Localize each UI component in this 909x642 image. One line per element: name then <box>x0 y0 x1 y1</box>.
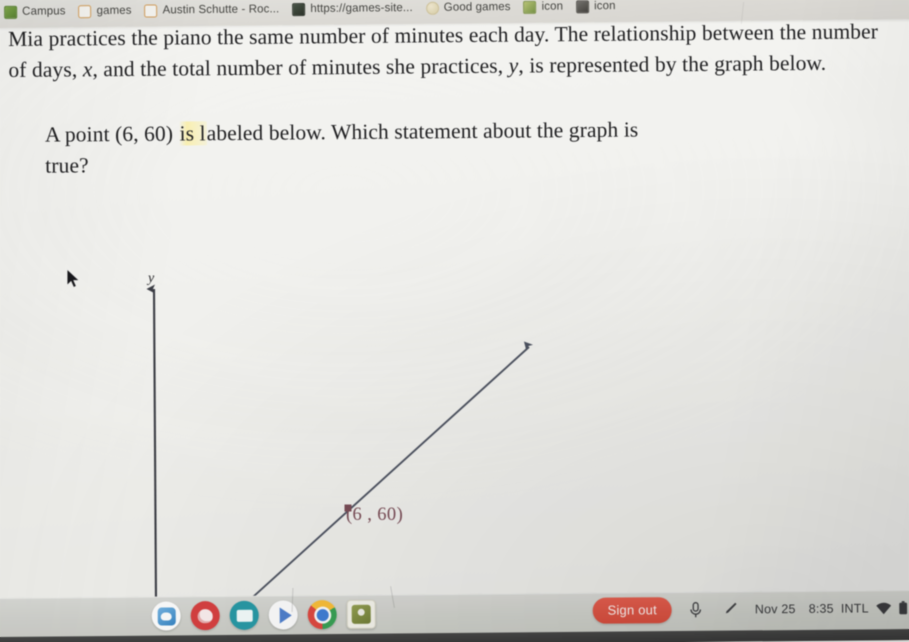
question-paragraph-1: Mia practices the piano the same number … <box>8 16 889 86</box>
slides-app-icon[interactable] <box>229 600 259 630</box>
bookmark-label: games <box>96 4 132 18</box>
bookmark-label: icon <box>594 0 616 13</box>
y-axis-letter: y <box>148 271 155 286</box>
photo-icon <box>576 0 590 13</box>
bookmark-games-site[interactable]: https://games-site... <box>292 2 413 16</box>
bookmark-label: icon <box>541 0 564 13</box>
graph-svg <box>146 284 534 602</box>
folder-icon <box>144 3 158 18</box>
chromebook-screen-photo: Mia practices the piano the same number … <box>0 0 909 642</box>
variable-y: y <box>508 53 519 78</box>
bookmark-label: https://games-site... <box>310 2 413 15</box>
question-paragraph-2: A point (6, 60) is labeled below. Which … <box>45 114 686 182</box>
stylus-button[interactable] <box>720 597 742 621</box>
microphone-button[interactable] <box>685 598 707 622</box>
question-text-1b: , and the total number of minutes she pr… <box>92 53 509 82</box>
chromeos-shelf: Sign out Nov 25 8:35 INTL <box>0 589 909 642</box>
shelf-status-tray: Sign out Nov 25 8:35 INTL <box>592 595 908 624</box>
play-store-app-icon[interactable] <box>268 600 298 630</box>
stylus-icon <box>725 602 737 614</box>
circle-icon <box>425 1 439 15</box>
shelf-time: 8:35 <box>808 601 834 616</box>
folder-icon <box>78 4 92 18</box>
sign-out-button[interactable]: Sign out <box>592 597 672 624</box>
proportional-line <box>245 341 534 602</box>
battery-icon <box>899 601 908 615</box>
bookmark-good-games[interactable]: Good games <box>425 1 511 15</box>
green-icon <box>523 0 537 14</box>
question-text-2a: A point (6, 60) <box>44 121 179 147</box>
variable-x: x <box>82 57 93 82</box>
shelf-bottom-bezel <box>0 628 909 642</box>
microphone-icon <box>690 601 702 617</box>
bookmark-icon-2[interactable]: icon <box>576 0 616 13</box>
coordinate-graph: Total Practice Time (in minutes) y (6 , … <box>0 227 909 602</box>
browser-page-content: Mia practices the piano the same number … <box>0 19 909 602</box>
math-question: Mia practices the piano the same number … <box>8 16 901 182</box>
bookmark-games[interactable]: games <box>78 4 132 18</box>
input-method-label: INTL <box>840 601 869 616</box>
wifi-icon <box>876 602 892 614</box>
bookmark-campus[interactable]: Campus <box>4 5 66 19</box>
shelf-date[interactable]: Nov 25 <box>755 602 796 616</box>
chrome-app-icon[interactable] <box>307 600 337 630</box>
paint-app-icon[interactable] <box>190 601 220 631</box>
bookmark-label: Good games <box>443 1 511 14</box>
highlighted-text: is l <box>178 121 207 146</box>
dark-site-icon <box>292 2 306 16</box>
bookmark-label: Austin Schutte - Roc... <box>162 3 280 17</box>
point-label: (6 , 60) <box>346 505 404 525</box>
campus-icon <box>4 5 18 19</box>
bookmark-label: Campus <box>22 5 66 18</box>
contacts-app-icon[interactable] <box>346 599 376 629</box>
files-app-icon[interactable] <box>151 601 181 631</box>
mouse-cursor-arrow-icon <box>66 268 81 289</box>
system-status-group[interactable]: 8:35 INTL <box>809 601 908 616</box>
bookmark-list: Campus games Austin Schutte - Roc... htt… <box>4 0 616 23</box>
question-text-1c: , is represented by the graph below. <box>518 50 827 78</box>
y-axis <box>146 284 158 602</box>
bookmark-icon-1[interactable]: icon <box>523 0 564 14</box>
bookmark-austin-schutte[interactable]: Austin Schutte - Roc... <box>144 3 280 18</box>
shelf-app-list <box>151 599 376 631</box>
